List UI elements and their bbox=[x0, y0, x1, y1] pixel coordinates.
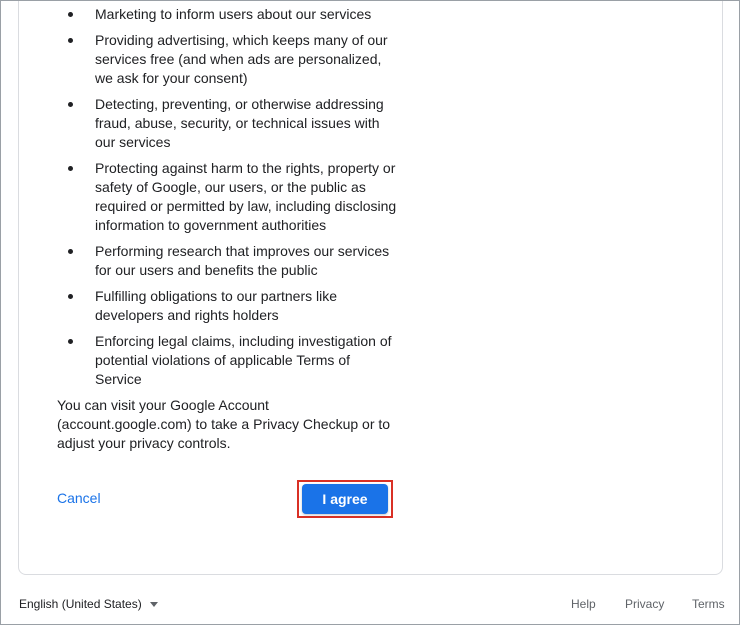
page-frame: Marketing to inform users about our serv… bbox=[0, 0, 740, 625]
privacy-link[interactable]: Privacy bbox=[625, 597, 664, 611]
terms-link[interactable]: Terms bbox=[692, 597, 725, 611]
list-item: Fulfilling obligations to our partners l… bbox=[57, 287, 397, 325]
purpose-text: Protecting against harm to the rights, p… bbox=[95, 160, 397, 233]
purpose-text: Fulfilling obligations to our partners l… bbox=[95, 288, 338, 323]
purpose-text: Marketing to inform users about our serv… bbox=[95, 6, 372, 22]
list-item: Protecting against harm to the rights, p… bbox=[57, 159, 397, 235]
agree-button[interactable]: I agree bbox=[302, 484, 388, 514]
help-link[interactable]: Help bbox=[571, 597, 596, 611]
language-label: English (United States) bbox=[19, 597, 142, 611]
bullet-icon bbox=[68, 38, 73, 43]
bullet-icon bbox=[68, 102, 73, 107]
privacy-checkup-text: You can visit your Google Account (accou… bbox=[57, 397, 391, 451]
language-select[interactable]: English (United States) bbox=[19, 597, 158, 611]
list-item: Marketing to inform users about our serv… bbox=[57, 5, 397, 24]
list-item: Performing research that improves our se… bbox=[57, 242, 397, 280]
purpose-text: Detecting, preventing, or otherwise addr… bbox=[95, 96, 384, 150]
purpose-text: Providing advertising, which keeps many … bbox=[95, 32, 388, 86]
consent-content: Marketing to inform users about our serv… bbox=[57, 5, 397, 453]
purpose-text: Enforcing legal claims, including invest… bbox=[95, 333, 392, 387]
list-item: Enforcing legal claims, including invest… bbox=[57, 332, 397, 389]
bullet-icon bbox=[68, 12, 73, 17]
bullet-icon bbox=[68, 166, 73, 171]
list-item: Detecting, preventing, or otherwise addr… bbox=[57, 95, 397, 152]
purposes-list: Marketing to inform users about our serv… bbox=[57, 5, 397, 389]
footer: English (United States) Help Privacy Ter… bbox=[1, 591, 739, 619]
caret-down-icon bbox=[149, 601, 158, 607]
bullet-icon bbox=[68, 294, 73, 299]
list-item: Providing advertising, which keeps many … bbox=[57, 31, 397, 88]
cancel-button[interactable]: Cancel bbox=[57, 490, 101, 506]
purpose-text: Performing research that improves our se… bbox=[95, 243, 390, 278]
bullet-icon bbox=[68, 249, 73, 254]
bullet-icon bbox=[68, 339, 73, 344]
